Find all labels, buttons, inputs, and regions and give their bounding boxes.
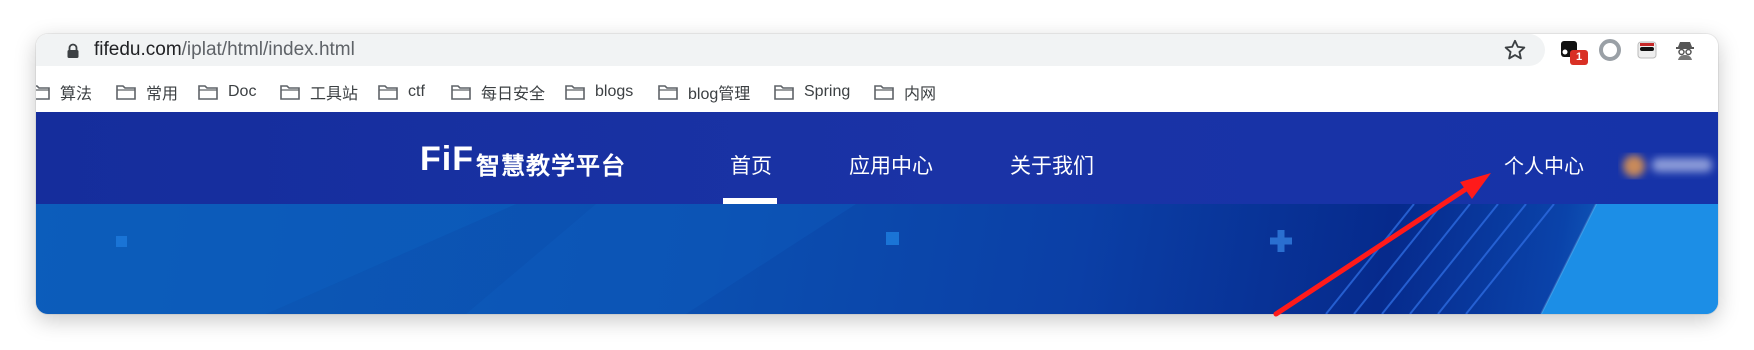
url-path: /iplat/html/index.html (181, 39, 355, 60)
site-navbar: FiF 智慧教学平台 首页 应用中心 关于我们 个人中心 (36, 112, 1718, 204)
bookmark-label: 内网 (904, 86, 937, 103)
bookmark-folder-blog管理[interactable]: blog管理 (658, 80, 750, 104)
lock-icon[interactable] (66, 43, 80, 59)
nav-item-about-us[interactable]: 关于我们 (1010, 150, 1094, 180)
bookmark-folder-blogs[interactable]: blogs (565, 80, 633, 104)
folder-icon (280, 85, 300, 100)
user-avatar[interactable] (1618, 148, 1718, 184)
url-text[interactable]: fifedu.com/iplat/html/index.html (94, 38, 355, 62)
bookmark-label: Doc (228, 83, 257, 100)
personal-center-link[interactable]: 个人中心 (1504, 150, 1584, 179)
bookmark-label: ctf (408, 83, 425, 100)
bookmarks-bar: 算法 常用 Doc 工具站 ctf 每日安全 blogs blog管理 Spri… (36, 76, 1718, 108)
nav-item-app-center[interactable]: 应用中心 (849, 150, 933, 180)
folder-icon (378, 85, 398, 100)
browser-toolbar: fifedu.com/iplat/html/index.html 1 (36, 34, 1718, 76)
bookmark-folder-每日安全[interactable]: 每日安全 (451, 80, 545, 104)
extension-badge: 1 (1570, 50, 1588, 65)
bookmark-label: blogs (595, 83, 634, 100)
bookmark-label: 每日安全 (481, 86, 546, 103)
folder-icon (565, 85, 585, 100)
bookmark-label: 工具站 (310, 86, 359, 103)
record-icon[interactable] (1597, 37, 1623, 63)
address-bar[interactable]: fifedu.com/iplat/html/index.html (36, 34, 1545, 66)
bookmark-folder-doc[interactable]: Doc (198, 80, 256, 104)
folder-icon (36, 85, 50, 100)
bookmark-label: 常用 (146, 86, 179, 103)
browser-window: fifedu.com/iplat/html/index.html 1 算法 常用… (36, 34, 1718, 314)
bookmark-label: 算法 (60, 86, 93, 103)
folder-icon (874, 85, 894, 100)
bookmark-folder-常用[interactable]: 常用 (116, 80, 178, 104)
hero-banner (36, 204, 1718, 314)
folder-icon (116, 85, 136, 100)
site-logo-mark[interactable]: FiF (420, 140, 474, 179)
website-content: FiF 智慧教学平台 首页 应用中心 关于我们 个人中心 (36, 112, 1718, 314)
incognito-icon[interactable] (1634, 37, 1660, 63)
folder-icon (658, 85, 678, 100)
banner-decoration (36, 204, 1718, 314)
bookmark-folder-ctf[interactable]: ctf (378, 80, 425, 104)
star-icon[interactable] (1502, 37, 1528, 63)
bookmark-label: blog管理 (688, 86, 751, 103)
bookmark-folder-内网[interactable]: 内网 (874, 80, 936, 104)
folder-icon (451, 85, 471, 100)
bookmark-label: Spring (804, 83, 851, 100)
site-logo-text[interactable]: 智慧教学平台 (476, 146, 626, 181)
bookmark-folder-spring[interactable]: Spring (774, 80, 850, 104)
nav-item-home[interactable]: 首页 (730, 150, 772, 180)
spy-icon[interactable] (1672, 37, 1698, 63)
extension-icon[interactable]: 1 (1558, 37, 1588, 65)
bookmark-folder-工具站[interactable]: 工具站 (280, 80, 358, 104)
folder-icon (774, 85, 794, 100)
url-host: fifedu.com (94, 39, 182, 60)
folder-icon (198, 85, 218, 100)
bookmark-folder-算法[interactable]: 算法 (36, 80, 92, 104)
